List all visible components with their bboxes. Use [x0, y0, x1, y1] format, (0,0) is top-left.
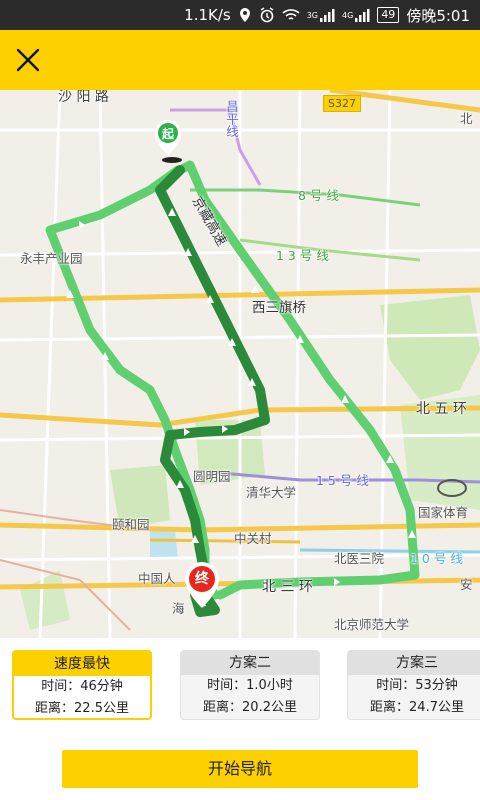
map-label-qinghua: 清华大学: [246, 485, 297, 500]
map-label-bsd: 北京师范大学: [334, 617, 410, 632]
route-card-distance: 距离：20.2公里: [203, 700, 297, 715]
route-options: 速度最快 时间：46分钟 距离：22.5公里 方案二 时间：1.0小时 距离：2…: [0, 638, 480, 728]
route-card-title: 速度最快: [14, 652, 150, 676]
status-bar: 1.1K/s 3G 4G 49 傍晚5:01: [0, 0, 480, 30]
map-label-line15: 1 5 号 线: [316, 473, 369, 488]
route-card-distance: 距离：24.7公里: [370, 700, 464, 715]
map-label-yiheyuan: 颐和园: [112, 517, 150, 532]
start-navigation-button[interactable]: 开始导航: [62, 750, 418, 788]
map-label-guojiatiyu: 国家体育: [418, 505, 469, 520]
map-label-shayang: 沙 阳 路: [58, 90, 109, 105]
route-map[interactable]: 沙 阳 路 S327 昌平线 北 8 号 线 京藏高速 1 3 号 线 永丰产业…: [0, 90, 480, 638]
close-button[interactable]: [10, 42, 46, 78]
wifi-icon: [282, 8, 300, 22]
route-card-time: 时间：46分钟: [41, 679, 123, 694]
route-card-option-two[interactable]: 方案二 时间：1.0小时 距离：20.2公里: [180, 650, 320, 720]
signal-icon-2: 4G: [342, 8, 370, 22]
battery-icon: 49: [377, 7, 400, 23]
map-label-beiwuhuan: 北 五 环: [416, 401, 467, 417]
route-card-title: 方案三: [348, 651, 480, 675]
map-label-line13: 1 3 号 线: [276, 248, 329, 263]
route-card-title: 方案二: [181, 651, 319, 675]
map-label-line10: 1 0 号 线: [410, 551, 463, 566]
start-marker-label: 起: [161, 126, 174, 141]
app-header: [0, 30, 480, 90]
net-speed: 1.1K/s: [184, 6, 231, 24]
map-label-changping: 昌平线: [224, 100, 239, 138]
map-label-anzhen: 安: [460, 577, 473, 592]
map-label-zhongguoren: 中国人: [138, 571, 176, 586]
route-card-time: 时间：53分钟: [376, 678, 458, 693]
map-label-beiyisanyuan: 北医三院: [334, 551, 385, 566]
map-label-beisanhuan: 北 三 环: [262, 579, 313, 595]
map-label-zhongguancun: 中关村: [234, 531, 272, 546]
map-label-line8: 8 号 线: [298, 188, 339, 203]
map-label-yuanmingyuan: 圆明园: [193, 469, 231, 484]
start-marker[interactable]: 起: [152, 118, 184, 158]
map-label-s327: S327: [323, 95, 361, 112]
location-icon: [238, 7, 252, 23]
route-card-option-three[interactable]: 方案三 时间：53分钟 距离：24.7公里: [347, 650, 480, 720]
signal-icon-1: 3G: [307, 8, 335, 22]
route-card-time: 时间：1.0小时: [207, 678, 293, 693]
end-marker-label: 终: [195, 571, 209, 587]
map-canvas: [0, 90, 480, 638]
clock-time: 傍晚5:01: [406, 6, 470, 25]
alarm-icon: [259, 7, 275, 23]
end-marker[interactable]: 终: [182, 560, 222, 610]
route-card-fastest[interactable]: 速度最快 时间：46分钟 距离：22.5公里: [12, 650, 152, 720]
route-card-distance: 距离：22.5公里: [35, 701, 129, 716]
map-label-bei-top: 北: [460, 111, 473, 126]
map-label-xisanqi: 西三旗桥: [252, 300, 306, 316]
close-icon: [16, 48, 40, 72]
map-label-yongfeng: 永丰产业园: [20, 251, 83, 266]
